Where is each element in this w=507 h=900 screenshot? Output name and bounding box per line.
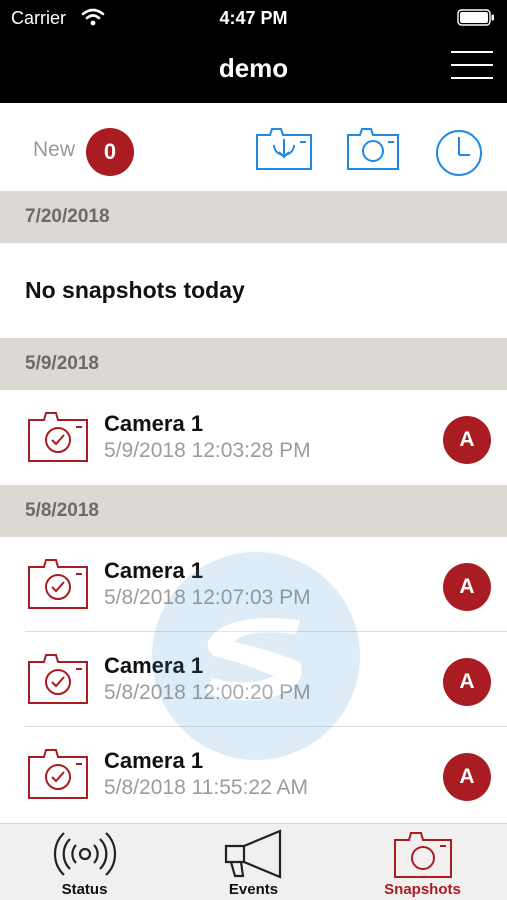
snapshot-timestamp: 5/8/2018 12:07:03 PM	[104, 586, 311, 609]
history-button[interactable]	[434, 128, 484, 178]
snapshot-badge: A	[443, 416, 491, 464]
clock: 4:47 PM	[219, 8, 288, 28]
section-header: 5/9/2018	[0, 338, 507, 390]
megaphone-icon	[224, 829, 281, 879]
section-header: 7/20/2018	[0, 191, 507, 243]
camera-icon	[347, 128, 399, 170]
snapshot-timestamp: 5/9/2018 12:03:28 PM	[104, 439, 311, 462]
tab-status[interactable]: Status	[0, 824, 169, 900]
new-count-badge[interactable]: 0	[86, 128, 134, 176]
snapshot-row[interactable]: Camera 1 5/8/2018 12:07:03 PM A	[0, 537, 507, 632]
snapshot-timestamp: 5/8/2018 11:55:22 AM	[104, 776, 308, 799]
menu-line	[451, 77, 493, 79]
tab-label: Status	[61, 881, 108, 898]
new-label: New	[33, 138, 76, 161]
nav-bar: demo	[0, 36, 507, 103]
camera-name: Camera 1	[104, 748, 204, 773]
tab-bar: Status Events Snapshots	[0, 823, 507, 900]
snapshot-list[interactable]: 7/20/2018 No snapshots today 5/9/2018 Ca…	[0, 191, 507, 823]
tab-events[interactable]: Events	[169, 824, 338, 900]
snapshot-badge: A	[443, 658, 491, 706]
camera-name: Camera 1	[104, 653, 204, 678]
battery-icon	[457, 9, 494, 26]
snapshot-camera-icon	[28, 412, 88, 462]
tab-snapshots[interactable]: Snapshots	[338, 824, 507, 900]
menu-line	[451, 64, 493, 66]
status-bar: Carrier 4:47 PM	[0, 0, 507, 36]
download-snapshots-button[interactable]	[254, 125, 314, 173]
clock-icon	[436, 130, 482, 176]
snapshot-camera-icon	[28, 559, 88, 609]
camera-download-icon	[256, 128, 312, 170]
menu-line	[451, 51, 493, 53]
snapshot-camera-icon	[28, 654, 88, 704]
snapshot-row[interactable]: Camera 1 5/8/2018 11:55:22 AM A	[0, 727, 507, 822]
broadcast-icon	[53, 832, 116, 876]
page-title: demo	[218, 53, 289, 83]
snapshot-toolbar: New 0	[0, 103, 507, 191]
section-header: 5/8/2018	[0, 485, 507, 537]
snapshot-timestamp: 5/8/2018 12:00:20 PM	[104, 681, 311, 704]
tab-label: Events	[228, 881, 279, 898]
snapshot-row[interactable]: Camera 1 5/8/2018 12:00:20 PM A	[0, 632, 507, 727]
camera-name: Camera 1	[104, 411, 204, 436]
camera-name: Camera 1	[104, 558, 204, 583]
menu-button[interactable]	[451, 51, 493, 81]
snapshot-badge: A	[443, 753, 491, 801]
take-snapshot-button[interactable]	[345, 125, 401, 173]
empty-message: No snapshots today	[0, 243, 507, 338]
camera-icon	[393, 832, 452, 878]
tab-label: Snapshots	[384, 881, 461, 898]
snapshot-badge: A	[443, 563, 491, 611]
snapshot-camera-icon	[28, 749, 88, 799]
snapshot-row[interactable]: Camera 1 5/9/2018 12:03:28 PM A	[0, 390, 507, 485]
